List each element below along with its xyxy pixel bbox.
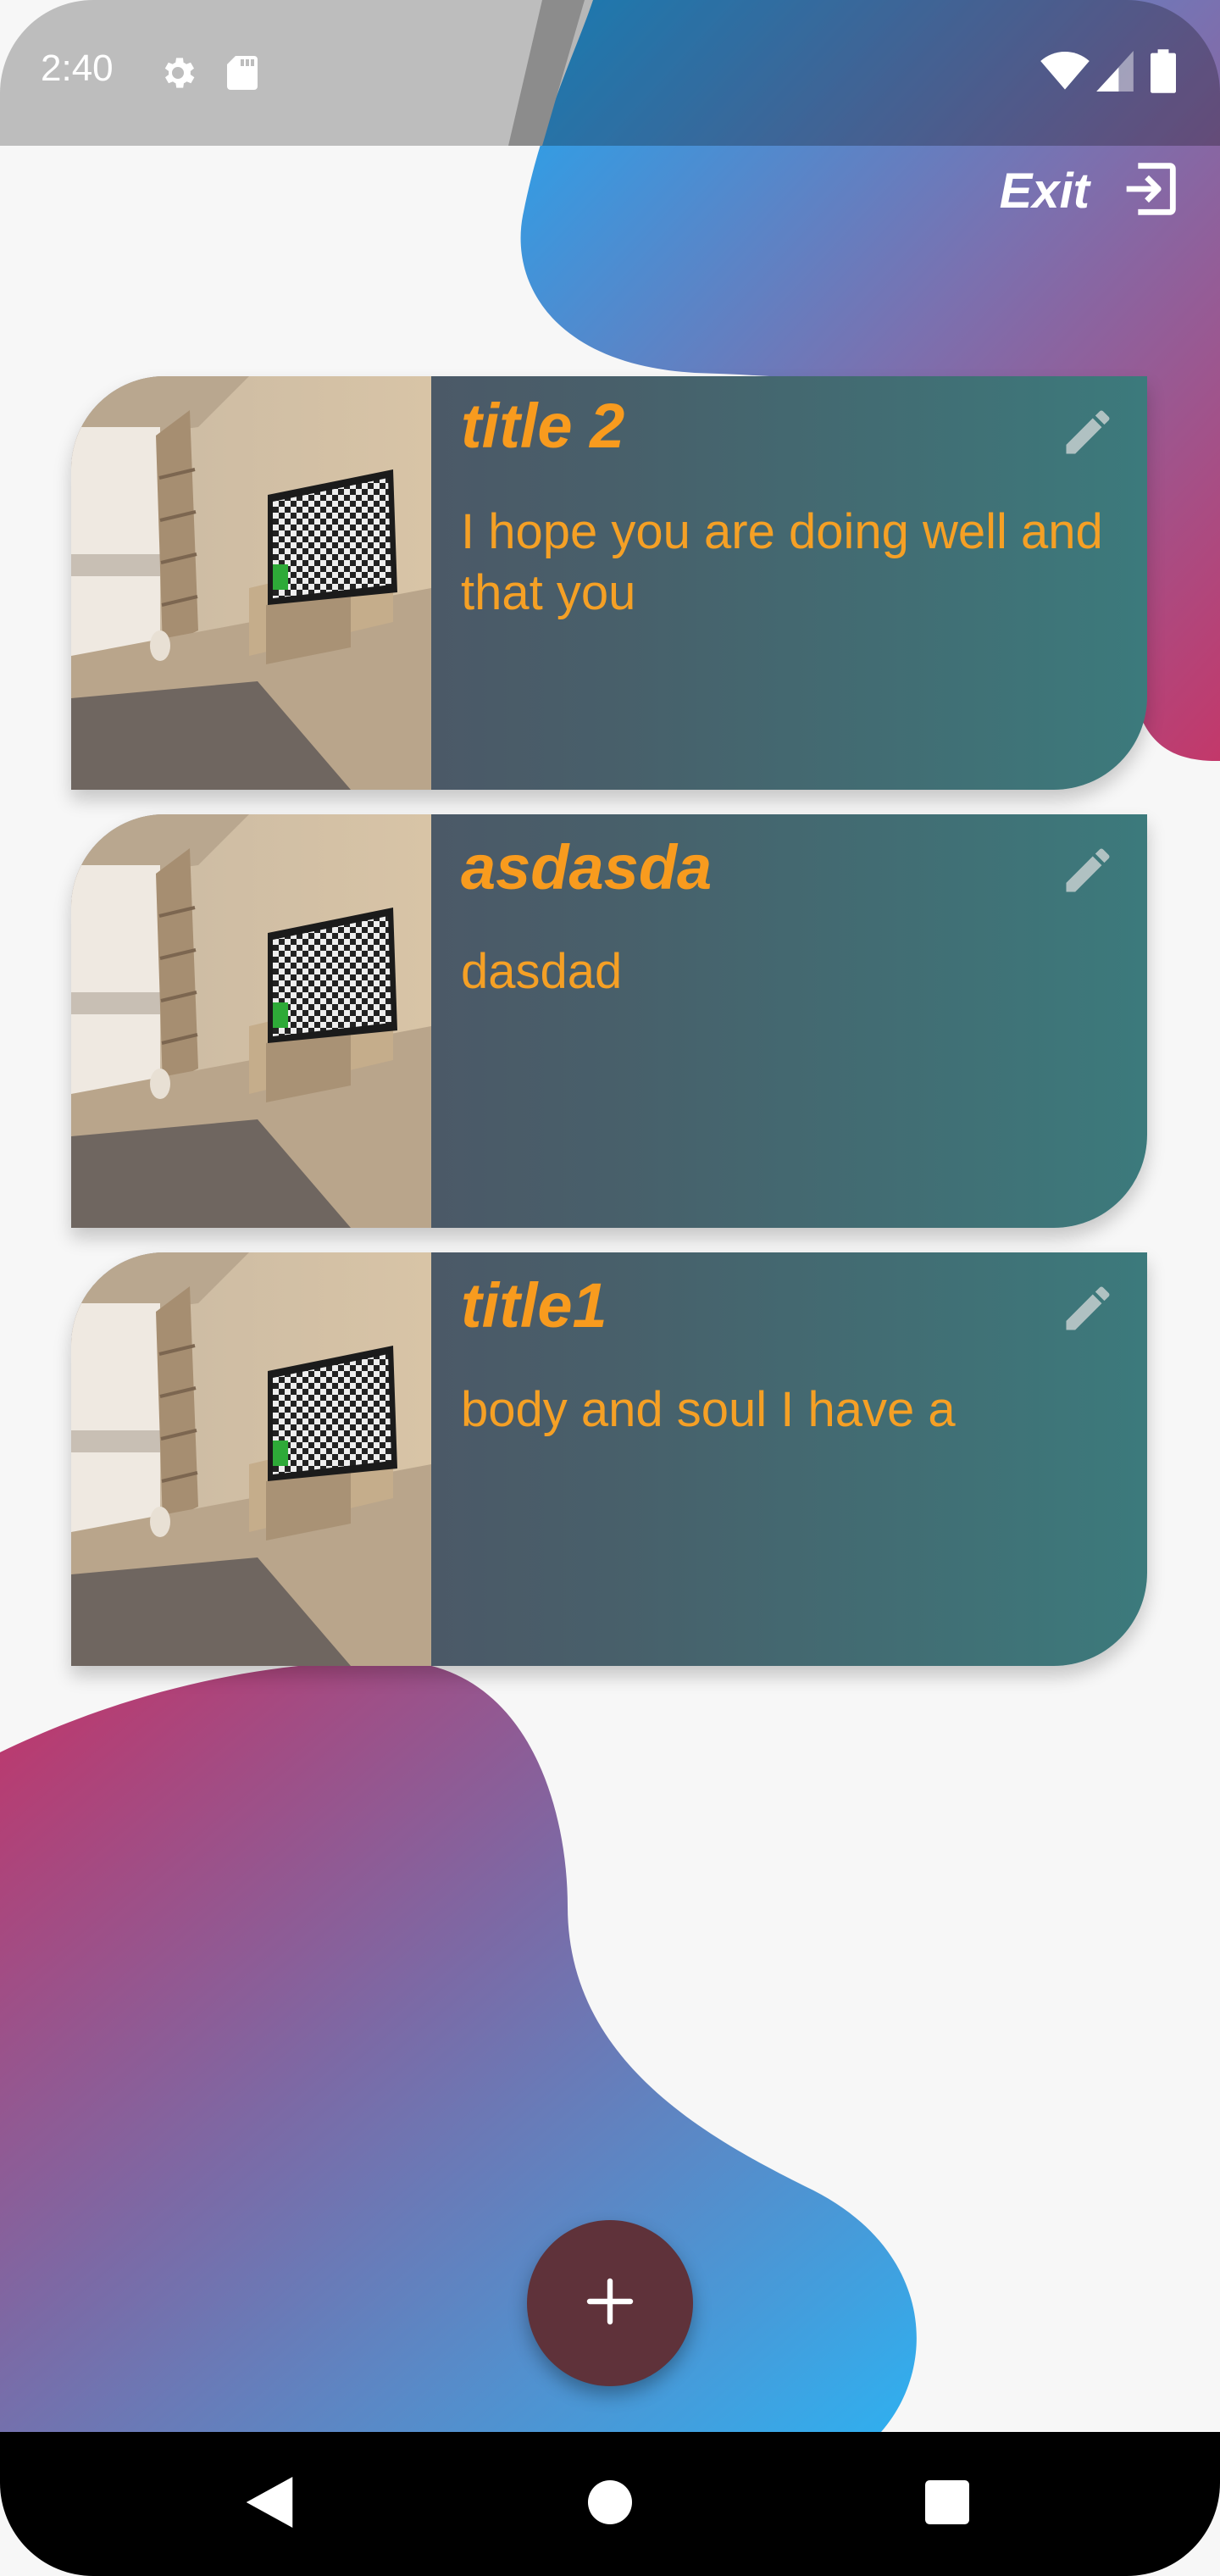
back-button[interactable] [219, 2432, 320, 2576]
recents-icon [925, 2479, 969, 2529]
wifi-icon [1040, 51, 1090, 96]
pencil-icon[interactable] [1059, 841, 1117, 903]
signal-icon [1096, 51, 1134, 96]
note-body: body and soul I have a [461, 1382, 956, 1437]
home-button[interactable] [559, 2432, 661, 2576]
exit-button[interactable]: Exit [1000, 154, 1184, 228]
note-card[interactable]: asdasda dasdad [71, 814, 1147, 1228]
back-icon [246, 2476, 293, 2532]
status-time: 2:40 [41, 47, 114, 89]
recents-button[interactable] [896, 2432, 998, 2576]
battery-icon [1151, 49, 1176, 97]
bottom-left-blob [0, 1661, 917, 2432]
gear-icon [158, 53, 198, 97]
exit-icon [1115, 154, 1184, 228]
pencil-icon[interactable] [1059, 403, 1117, 465]
note-thumbnail [71, 376, 431, 790]
plus-icon [583, 2274, 637, 2333]
note-card[interactable]: title 2 I hope you are doing well and th… [71, 376, 1147, 790]
note-title: asdasda [461, 832, 713, 902]
sd-card-icon [224, 53, 261, 97]
note-thumbnail [71, 1252, 431, 1666]
add-note-button[interactable] [527, 2220, 693, 2386]
pencil-icon[interactable] [1059, 1280, 1117, 1341]
exit-label: Exit [999, 164, 1090, 219]
system-nav-bar [0, 2432, 1220, 2576]
status-bar: 2:40 [0, 0, 1220, 146]
home-icon [588, 2479, 632, 2529]
note-title: title 2 [461, 391, 625, 461]
note-title: title1 [461, 1270, 607, 1341]
note-card[interactable]: title1 body and soul I have a [71, 1252, 1147, 1666]
note-body: I hope you are doing well and that you [461, 504, 1103, 620]
note-thumbnail [71, 814, 431, 1228]
note-body: dasdad [461, 944, 623, 999]
